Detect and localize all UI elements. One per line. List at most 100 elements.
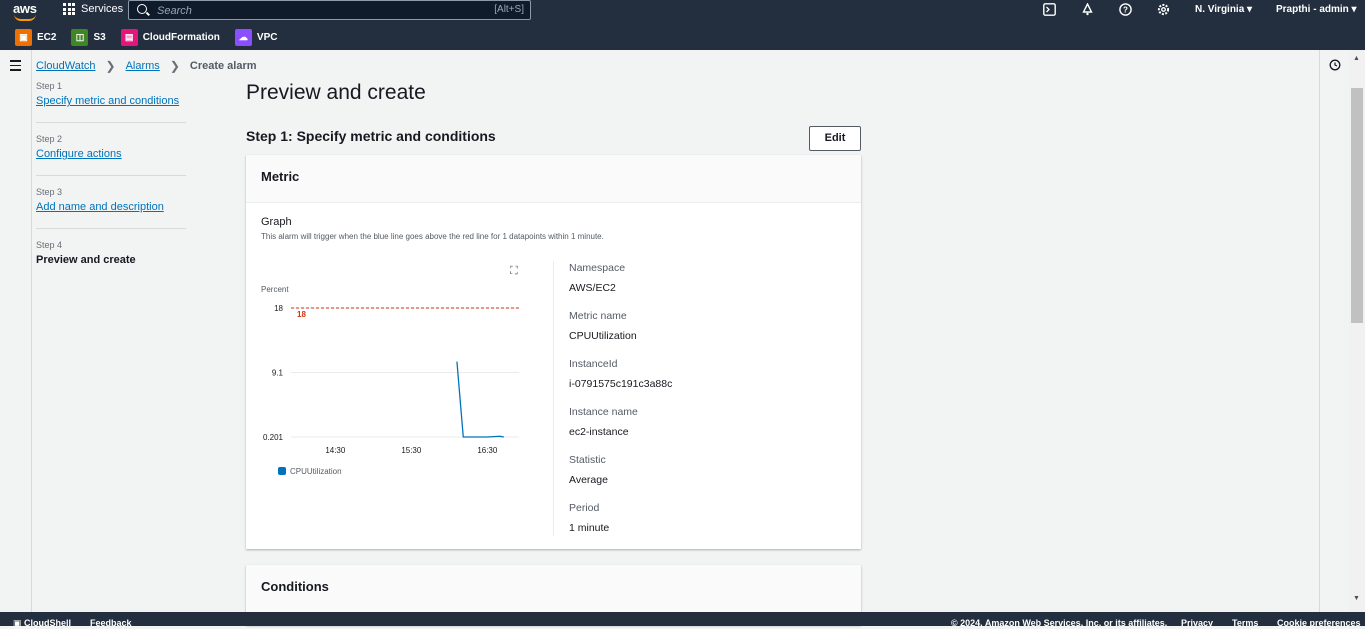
svg-text:?: ? <box>1123 6 1128 15</box>
detail-value: Average <box>569 474 608 486</box>
services-label: Services <box>81 3 124 15</box>
favorite-label: VPC <box>256 31 278 43</box>
scrollbar-thumb[interactable] <box>1351 88 1363 323</box>
chevron-right-icon: ❯ <box>105 59 116 73</box>
divider <box>553 261 554 536</box>
detail-namespace: Namespace AWS/EC2 <box>569 262 625 294</box>
detail-statistic: Statistic Average <box>569 454 608 486</box>
divider <box>36 228 186 229</box>
favorite-label: EC2 <box>37 31 57 43</box>
ec2-icon: ▣ <box>15 28 32 46</box>
detail-value: i-0791575c191c3a88c <box>569 378 673 390</box>
graph-description: This alarm will trigger when the blue li… <box>261 232 604 241</box>
edit-button[interactable]: Edit <box>809 126 861 151</box>
right-rail <box>1319 50 1350 612</box>
feedback-link[interactable]: Feedback <box>90 618 132 628</box>
step-link-specify-metric[interactable]: Specify metric and conditions <box>36 95 179 107</box>
detail-period: Period 1 minute <box>569 502 609 534</box>
cloudformation-icon: ▤ <box>120 28 138 46</box>
aws-smile-icon <box>14 14 36 21</box>
favorite-cloudformation[interactable]: ▤ CloudFormation <box>120 28 220 46</box>
step-link-add-name[interactable]: Add name and description <box>36 201 164 213</box>
detail-key: InstanceId <box>569 358 618 370</box>
favorite-vpc[interactable]: ☁ VPC <box>234 28 278 46</box>
threshold-label: 18 <box>297 310 306 319</box>
breadcrumb-cloudwatch[interactable]: CloudWatch <box>36 60 96 72</box>
account-menu[interactable]: Prapthi - admin ▾ <box>1276 4 1357 15</box>
y-axis-label: Percent <box>261 285 289 294</box>
privacy-link[interactable]: Privacy <box>1181 618 1213 628</box>
legend-swatch <box>278 467 286 475</box>
search-input[interactable] <box>155 2 459 20</box>
detail-key: Period <box>569 502 600 514</box>
info-panel-icon[interactable] <box>1329 59 1341 71</box>
top-navigation: aws Services [Alt+S] ? N. Virginia ▾ Pra… <box>0 0 1365 50</box>
scroll-up-icon[interactable]: ▲ <box>1353 55 1360 62</box>
divider <box>36 175 186 176</box>
search-box[interactable]: [Alt+S] <box>128 0 531 20</box>
step-current-preview: Preview and create <box>36 254 136 266</box>
x-tick-label: 15:30 <box>401 446 422 455</box>
page-title: Preview and create <box>246 81 426 104</box>
scroll-down-icon[interactable]: ▼ <box>1353 595 1360 602</box>
card-header: Metric <box>246 155 861 203</box>
grid-icon <box>63 3 75 15</box>
favorite-label: S3 <box>93 31 106 43</box>
services-menu-button[interactable]: Services <box>63 3 123 15</box>
section-title: Step 1: Specify metric and conditions <box>246 128 496 144</box>
step-link-configure-actions[interactable]: Configure actions <box>36 148 122 160</box>
detail-key: Metric name <box>569 310 627 322</box>
divider <box>36 122 186 123</box>
breadcrumb: CloudWatch ❯ Alarms ❯ Create alarm <box>36 59 257 73</box>
left-rail <box>0 50 32 612</box>
copyright: © 2024, Amazon Web Services, Inc. or its… <box>951 618 1168 628</box>
y-tick-label: 0.201 <box>263 433 284 442</box>
cloudshell-icon[interactable] <box>1043 3 1056 16</box>
detail-key: Instance name <box>569 406 638 418</box>
x-tick-label: 14:30 <box>325 446 346 455</box>
wizard-step: Step 2 Configure actions <box>36 134 186 176</box>
wizard-step: Step 4 Preview and create <box>36 240 186 268</box>
legend-label[interactable]: CPUUtilization <box>290 467 342 476</box>
footer: ▣ CloudShell Feedback © 2024, Amazon Web… <box>0 612 1365 629</box>
chevron-right-icon: ❯ <box>169 59 180 73</box>
menu-icon[interactable] <box>10 60 21 74</box>
step-number: Step 2 <box>36 134 63 144</box>
s3-icon: ◫ <box>71 28 89 46</box>
gear-icon[interactable] <box>1157 3 1170 16</box>
breadcrumb-current: Create alarm <box>189 60 257 72</box>
metric-chart: Percent 18 9.1 0.201 14:30 15:30 16:30 18 CP… <box>261 285 519 476</box>
detail-instance-name: Instance name ec2-instance <box>569 406 638 438</box>
detail-key: Statistic <box>569 454 606 466</box>
wizard-step: Step 3 Add name and description <box>36 187 186 229</box>
favorite-label: CloudFormation <box>142 31 220 43</box>
step-number: Step 4 <box>36 240 63 250</box>
detail-metric-name: Metric name CPUUtilization <box>569 310 637 342</box>
favorite-s3[interactable]: ◫ S3 <box>71 28 106 46</box>
favorites-bar: ▣ EC2 ◫ S3 ▤ CloudFormation ☁ VPC <box>0 26 277 48</box>
detail-value: AWS/EC2 <box>569 282 616 294</box>
detail-instance-id: InstanceId i-0791575c191c3a88c <box>569 358 672 390</box>
help-icon[interactable]: ? <box>1119 3 1132 16</box>
cloudshell-link[interactable]: ▣ CloudShell <box>13 618 71 629</box>
search-icon <box>137 4 147 14</box>
step-number: Step 3 <box>36 187 63 197</box>
y-tick-label: 9.1 <box>272 369 284 378</box>
detail-value: 1 minute <box>569 522 610 534</box>
card-title: Conditions <box>261 579 329 594</box>
bell-icon[interactable] <box>1081 2 1094 16</box>
card-title: Metric <box>261 169 300 184</box>
cookie-preferences-link[interactable]: Cookie preferences <box>1277 618 1361 628</box>
wizard-step: Step 1 Specify metric and conditions <box>36 81 186 123</box>
step-number: Step 1 <box>36 81 63 91</box>
favorite-ec2[interactable]: ▣ EC2 <box>15 28 57 46</box>
wizard-steps: Step 1 Specify metric and conditions Ste… <box>36 81 186 268</box>
graph-label: Graph <box>261 216 292 228</box>
metric-card: Metric Graph This alarm will trigger whe… <box>246 155 861 549</box>
breadcrumb-alarms[interactable]: Alarms <box>126 60 160 72</box>
region-selector[interactable]: N. Virginia ▾ <box>1195 4 1252 15</box>
vpc-icon: ☁ <box>234 28 252 46</box>
y-tick-label: 18 <box>274 304 283 313</box>
detail-key: Namespace <box>569 262 626 274</box>
terms-link[interactable]: Terms <box>1232 618 1258 628</box>
